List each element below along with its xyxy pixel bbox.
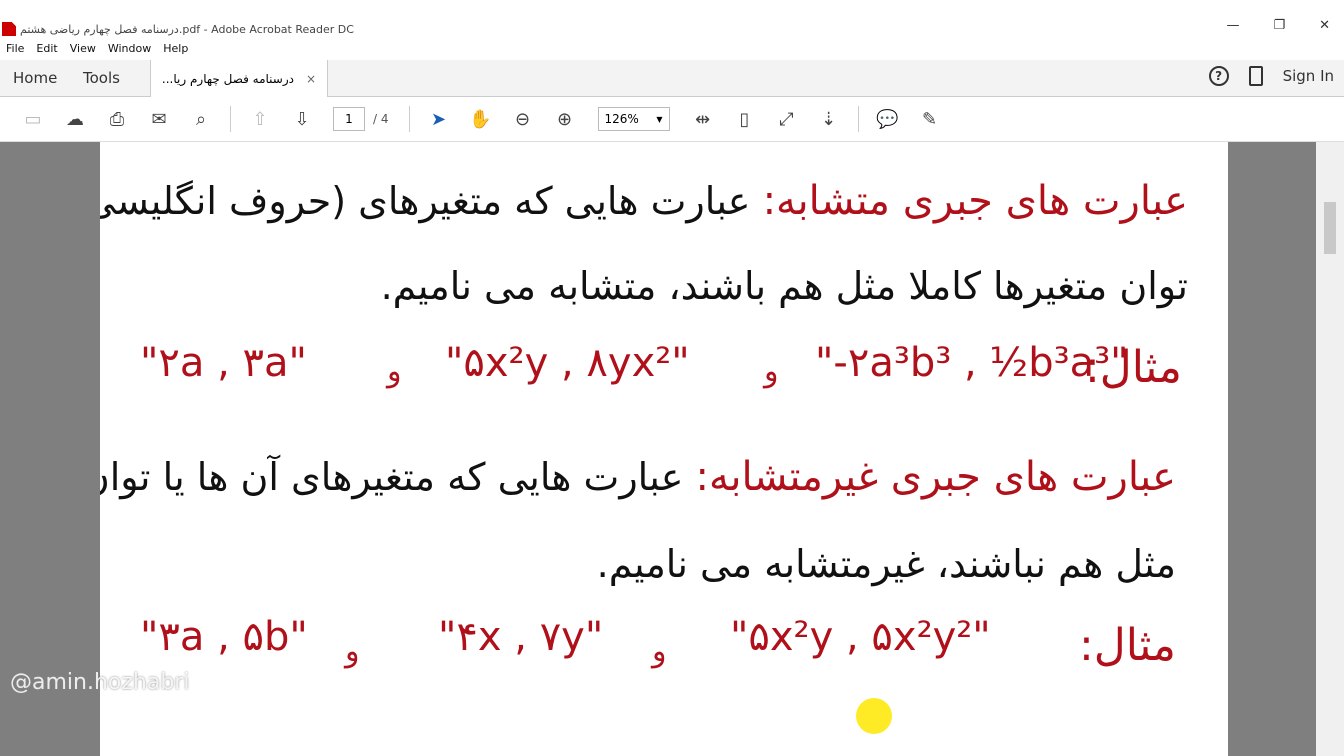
window-title: درسنامه فصل چهارم ریاضی هشتم.pdf - Adobe…	[20, 22, 354, 36]
watermark: @amin.hozhabri	[10, 670, 190, 695]
close-button[interactable]: ✕	[1319, 18, 1330, 33]
next-page-icon[interactable]: ⇩	[290, 107, 314, 131]
heading-nonsimilar: عبارت های جبری غیرمتشابه:	[695, 454, 1177, 500]
sign-pen-icon[interactable]: ✎	[918, 107, 942, 131]
example-item: "۲a , ۳a"	[140, 340, 307, 386]
and-word: و	[387, 354, 402, 389]
example-item: "۵x²y , ۸yx²"	[445, 340, 690, 386]
and-word: و	[652, 634, 667, 669]
nonsimilar-definition-line2: مثل هم نباشند، غیرمتشابه می نامیم.	[596, 542, 1176, 586]
and-word: و	[764, 354, 779, 389]
and-word: و	[345, 634, 360, 669]
comment-icon[interactable]: 💬	[876, 107, 900, 131]
tab-home[interactable]: Home	[13, 69, 57, 87]
zoom-out-icon[interactable]: ⊖	[511, 107, 535, 131]
vertical-scrollbar[interactable]	[1316, 142, 1344, 756]
zoom-in-icon[interactable]: ⊕	[553, 107, 577, 131]
pdf-icon	[2, 22, 16, 36]
menu-view[interactable]: View	[64, 40, 102, 60]
nonsimilar-definition-line1: عبارت های جبری غیرمتشابه: عبارت هایی که …	[100, 454, 1176, 500]
menu-edit[interactable]: Edit	[30, 40, 63, 60]
similar-definition-line2: توان متغیرها کاملا مثل هم باشند، متشابه …	[380, 264, 1188, 308]
tab-bar: Home Tools درسنامه فصل چهارم ریا... × ? …	[0, 60, 1344, 97]
divider	[857, 106, 859, 132]
restore-button[interactable]: ❐	[1273, 18, 1285, 33]
fit-page-icon[interactable]: ▯	[733, 107, 757, 131]
hand-tool-icon[interactable]: ✋	[469, 107, 493, 131]
divider	[408, 106, 410, 132]
example-item: "-۲a³b³ , ½b³a³"	[815, 340, 1129, 386]
full-screen-icon[interactable]: ⤢	[775, 107, 799, 131]
menu-help[interactable]: Help	[157, 40, 194, 60]
document-tab-label: درسنامه فصل چهارم ریا...	[161, 71, 294, 86]
similar-definition-line1: عبارت های جبری متشابه: عبارت هایی که متغ…	[100, 178, 1188, 224]
title-bar: درسنامه فصل چهارم ریاضی هشتم.pdf - Adobe…	[0, 18, 1344, 40]
heading-similar: عبارت های جبری متشابه:	[762, 178, 1188, 224]
example-item: "۵x²y , ۵x²y²"	[730, 614, 991, 660]
zoom-select[interactable]: 126% ▼	[597, 107, 670, 131]
select-cursor-icon[interactable]: ➤	[427, 107, 451, 131]
close-tab-icon[interactable]: ×	[306, 72, 316, 86]
scrollbar-thumb[interactable]	[1324, 202, 1336, 254]
menu-bar: File Edit View Window Help	[0, 40, 194, 60]
tab-tools[interactable]: Tools	[83, 69, 120, 87]
toolbar: ▭ ☁ ⎙ ✉ ⌕ ⇧ ⇩ 1 / 4 ➤ ✋ ⊖ ⊕ 126% ▼ ⇹ ▯ ⤢ …	[0, 97, 1344, 142]
example-label: مثال:	[1078, 620, 1176, 671]
sign-in-button[interactable]: Sign In	[1283, 67, 1334, 85]
definition-text: عبارت هایی که متغیرهای آن ها یا توان متغ…	[100, 455, 684, 499]
scroll-mode-icon[interactable]: ⇣	[817, 107, 841, 131]
save-icon[interactable]: ▭	[21, 107, 45, 131]
example-item: "۳a , ۵b"	[140, 614, 308, 660]
document-viewer: عبارت های جبری متشابه: عبارت هایی که متغ…	[0, 142, 1344, 756]
email-icon[interactable]: ✉	[147, 107, 171, 131]
pdf-page: عبارت های جبری متشابه: عبارت هایی که متغ…	[100, 142, 1228, 756]
upload-cloud-icon[interactable]: ☁	[63, 107, 87, 131]
tab-document[interactable]: درسنامه فصل چهارم ریا... ×	[150, 60, 328, 97]
help-icon[interactable]: ?	[1208, 66, 1229, 86]
divider	[230, 106, 231, 132]
fit-width-icon[interactable]: ⇹	[691, 107, 715, 131]
definition-text: عبارت هایی که متغیرهای (حروف انگلیسی) آن…	[100, 179, 751, 223]
mobile-link-icon[interactable]	[1248, 66, 1263, 86]
print-icon[interactable]: ⎙	[105, 107, 129, 131]
search-icon[interactable]: ⌕	[189, 107, 213, 131]
mouse-cursor-highlight	[856, 698, 892, 734]
chevron-down-icon: ▼	[656, 114, 663, 124]
page-total: / 4	[373, 112, 389, 126]
zoom-value: 126%	[604, 112, 639, 126]
page-number-input[interactable]: 1	[333, 107, 365, 131]
previous-page-icon[interactable]: ⇧	[248, 107, 272, 131]
minimize-button[interactable]: —	[1226, 18, 1239, 33]
menu-file[interactable]: File	[0, 40, 30, 60]
menu-window[interactable]: Window	[102, 40, 157, 60]
example-item: "۴x , ۷y"	[438, 614, 604, 660]
